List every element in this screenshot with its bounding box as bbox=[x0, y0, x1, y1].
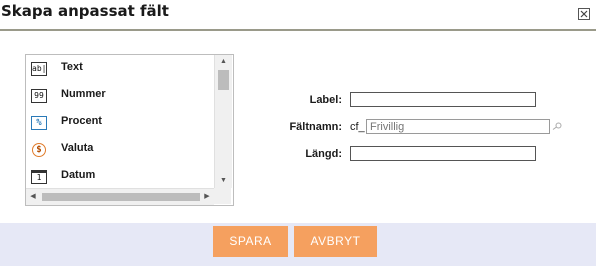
horizontal-scroll-thumb[interactable] bbox=[42, 193, 200, 201]
length-input[interactable] bbox=[350, 146, 536, 161]
scroll-down-icon[interactable]: ▼ bbox=[215, 174, 232, 188]
field-type-label: Valuta bbox=[61, 142, 94, 154]
field-type-label: Datum bbox=[61, 169, 96, 181]
scrollbar-corner bbox=[214, 188, 231, 204]
dialog-title: Skapa anpassat fält bbox=[1, 2, 169, 20]
field-type-date[interactable]: 1 Datum bbox=[26, 164, 214, 188]
number-field-icon: 99 bbox=[31, 89, 47, 103]
field-type-currency[interactable]: $ Valuta bbox=[26, 137, 214, 163]
scroll-up-icon[interactable]: ▲ bbox=[215, 55, 232, 69]
dialog-footer: SPARA AVBRYT bbox=[0, 223, 596, 266]
scroll-left-icon[interactable]: ◀ bbox=[26, 189, 40, 205]
field-type-list[interactable]: ab| Text 99 Nummer % Procent $ Valuta 1 bbox=[25, 54, 234, 206]
cancel-button[interactable]: AVBRYT bbox=[294, 226, 377, 257]
field-type-items: ab| Text 99 Nummer % Procent $ Valuta 1 bbox=[26, 55, 214, 188]
dialog-body: ab| Text 99 Nummer % Procent $ Valuta 1 bbox=[0, 31, 596, 223]
length-field-label: Längd: bbox=[305, 148, 342, 160]
field-type-text[interactable]: ab| Text bbox=[26, 56, 214, 82]
text-field-icon: ab| bbox=[31, 62, 47, 76]
scroll-right-icon[interactable]: ▶ bbox=[200, 189, 214, 205]
field-type-label: Text bbox=[61, 61, 83, 73]
close-icon bbox=[580, 10, 588, 18]
date-field-icon: 1 bbox=[31, 170, 47, 184]
label-input[interactable] bbox=[350, 92, 536, 107]
fieldname-input[interactable] bbox=[366, 119, 550, 134]
field-type-number[interactable]: 99 Nummer bbox=[26, 83, 214, 109]
dialog-header: Skapa anpassat fält bbox=[0, 0, 596, 28]
fieldname-prefix: cf_ bbox=[350, 121, 365, 133]
key-icon bbox=[552, 122, 562, 130]
fieldname-field-label: Fältnamn: bbox=[289, 121, 342, 133]
currency-field-icon: $ bbox=[32, 143, 46, 157]
close-button[interactable] bbox=[578, 8, 590, 20]
label-field-label: Label: bbox=[309, 94, 342, 106]
create-custom-field-dialog: Skapa anpassat fält ab| Text 99 Nummer % bbox=[0, 0, 596, 266]
horizontal-scrollbar[interactable]: ◀ ▶ bbox=[26, 188, 214, 205]
field-type-label: Procent bbox=[61, 115, 102, 127]
save-button[interactable]: SPARA bbox=[213, 226, 288, 257]
vertical-scrollbar[interactable]: ▲ ▼ bbox=[214, 55, 232, 188]
vertical-scroll-thumb[interactable] bbox=[218, 70, 229, 90]
field-type-label: Nummer bbox=[61, 88, 106, 100]
percent-field-icon: % bbox=[31, 116, 47, 130]
field-type-percent[interactable]: % Procent bbox=[26, 110, 214, 136]
